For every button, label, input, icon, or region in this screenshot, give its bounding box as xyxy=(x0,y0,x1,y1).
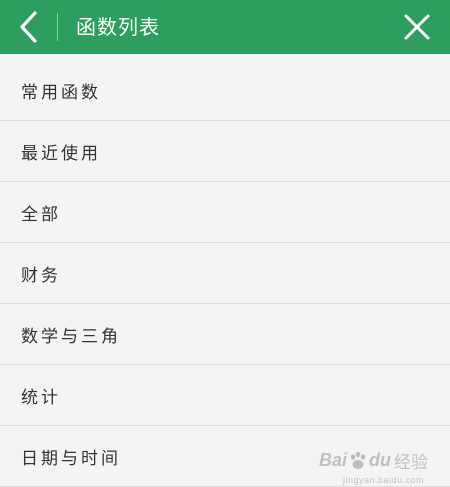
close-button[interactable] xyxy=(398,8,436,46)
paw-logo-icon xyxy=(350,451,366,469)
list-item-finance[interactable]: 财务 xyxy=(0,243,450,304)
close-icon xyxy=(404,14,430,40)
app-header: 函数列表 xyxy=(0,0,450,54)
watermark-suffix: 经验 xyxy=(394,453,428,472)
list-item-all[interactable]: 全部 xyxy=(0,182,450,243)
list-item-math-trig[interactable]: 数学与三角 xyxy=(0,304,450,365)
page-title: 函数列表 xyxy=(76,15,160,39)
baidu-jingyan-watermark: Bai du 经验 jingyan.baidu.com xyxy=(318,448,428,485)
watermark-brand-a: Bai xyxy=(318,450,347,470)
watermark-brand-b: du xyxy=(369,450,391,470)
chevron-left-icon xyxy=(20,11,37,43)
list-item-common-functions[interactable]: 常用函数 xyxy=(0,60,450,121)
list-item-statistics[interactable]: 统计 xyxy=(0,365,450,426)
list-item-recently-used[interactable]: 最近使用 xyxy=(0,121,450,182)
watermark-url: jingyan.baidu.com xyxy=(342,475,424,485)
back-button[interactable] xyxy=(8,7,48,47)
function-category-list: 常用函数 最近使用 全部 财务 数学与三角 统计 日期与时间 xyxy=(0,60,450,487)
header-divider xyxy=(57,13,58,41)
